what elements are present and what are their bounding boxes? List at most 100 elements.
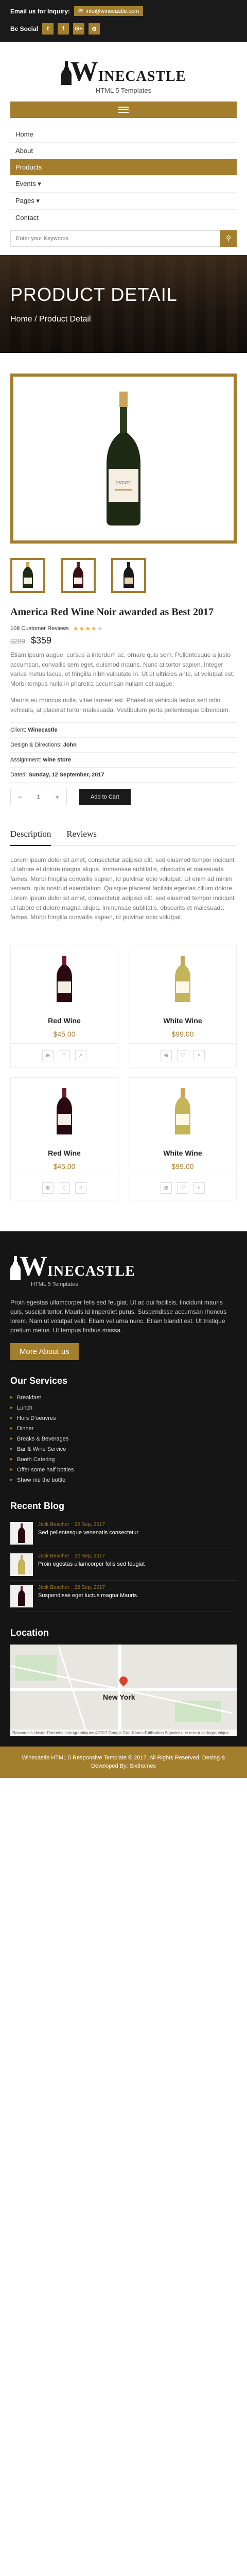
nav-item-home[interactable]: Home: [10, 126, 237, 143]
product-thumbnail[interactable]: [61, 558, 96, 593]
qty-value[interactable]: 1: [29, 793, 48, 801]
hamburger-icon: [118, 107, 129, 113]
blog-post[interactable]: Jack Beacher 22 Sep, 2017 Suspendisse ege…: [10, 1581, 237, 1612]
cart-icon[interactable]: ⊕: [42, 1182, 54, 1194]
service-link[interactable]: ▸ Show me the bottle: [10, 1475, 237, 1485]
nav-item-label: Home: [15, 130, 33, 138]
meta-client: Client: Winecastle: [10, 723, 237, 738]
product-thumbnail[interactable]: [111, 558, 146, 593]
nav-item-events[interactable]: Events ▾: [10, 176, 237, 193]
blog-post[interactable]: Jack Beacher 22 Sep, 2017 Sed pellentesqu…: [10, 1518, 237, 1549]
logo-subtitle: HTML 5 Templates: [31, 1281, 78, 1287]
nav-item-products[interactable]: Products: [10, 159, 237, 176]
facebook-icon[interactable]: f: [58, 23, 69, 35]
product-card[interactable]: White Wine $99.00 ⊕ ♡ ⌕: [129, 1077, 237, 1200]
nav-item-pages[interactable]: Pages ▾: [10, 193, 237, 210]
blog-title[interactable]: Sed pellentesque venenatis consectetur: [38, 1530, 138, 1536]
heart-icon[interactable]: ♡: [59, 1182, 70, 1194]
blog-meta: Jack Beacher 22 Sep, 2017: [38, 1553, 105, 1559]
location-map[interactable]: New York Raccourcis clavier Données cart…: [10, 1644, 237, 1736]
service-link[interactable]: ▸ Booth Catering: [10, 1454, 237, 1465]
search-icon[interactable]: ⌕: [193, 1049, 205, 1061]
chevron-right-icon: ▸: [10, 1446, 13, 1452]
product-card[interactable]: Red Wine $45.00 ⊕ ♡ ⌕: [10, 1077, 118, 1200]
product-card[interactable]: Red Wine $45.00 ⊕ ♡ ⌕: [10, 944, 118, 1068]
product-main-image[interactable]: ESTATE: [10, 374, 237, 544]
blog-meta: Jack Beacher 22 Sep, 2017: [38, 1584, 105, 1590]
inquiry-label: Email us for Inquiry:: [10, 7, 70, 15]
add-to-cart-button[interactable]: Add to Cart: [79, 788, 131, 805]
search-input[interactable]: [10, 230, 220, 247]
heart-icon[interactable]: ♡: [59, 1049, 70, 1061]
search-icon[interactable]: ⌕: [75, 1182, 86, 1194]
nav-item-label: Products: [15, 163, 42, 171]
cart-row: − 1 + Add to Cart: [10, 788, 237, 805]
nav-item-contact[interactable]: Contact: [10, 210, 237, 226]
product-card[interactable]: White Wine $99.00 ⊕ ♡ ⌕: [129, 944, 237, 1068]
service-link[interactable]: ▸ Offer some half bottles: [10, 1465, 237, 1475]
blog-title[interactable]: Suspendisse eget luctus magna Mauris.: [38, 1592, 138, 1599]
breadcrumb-separator: /: [34, 315, 40, 324]
search-icon: ⚲: [226, 234, 231, 242]
site-logo[interactable]: W INECASTLE HTML 5 Templates: [61, 57, 186, 94]
product-thumbnails: [10, 558, 237, 593]
product-meta: Client: Winecastle Design & Directions: …: [10, 722, 237, 783]
search-button[interactable]: ⚲: [220, 230, 237, 247]
tab-reviews[interactable]: Reviews: [66, 829, 97, 842]
search-icon[interactable]: ⌕: [75, 1049, 86, 1061]
service-link[interactable]: ▸ Lunch: [10, 1403, 237, 1413]
logo-initial: W: [70, 56, 98, 87]
cart-icon[interactable]: ⊕: [161, 1049, 172, 1061]
google-plus-icon[interactable]: G+: [73, 23, 85, 35]
product-card-name[interactable]: White Wine: [129, 1149, 236, 1157]
map-attribution: Raccourcis clavier Données cartographiqu…: [10, 1729, 237, 1736]
nav-item-label: Events ▾: [15, 180, 41, 188]
service-link[interactable]: ▸ Dinner: [10, 1423, 237, 1434]
service-link[interactable]: ▸ Breaks & Beverages: [10, 1434, 237, 1444]
blog-title[interactable]: Proin egestas ullamcorper felis sed feug…: [38, 1561, 145, 1567]
product-card-name[interactable]: Red Wine: [11, 1016, 118, 1025]
review-count[interactable]: 108 Customer Reviews: [10, 625, 69, 632]
page-title: PRODUCT DETAIL: [10, 284, 178, 305]
nav-item-about[interactable]: About: [10, 143, 237, 159]
product-card-price: $99.00: [171, 1029, 194, 1038]
product-card-actions: ⊕ ♡ ⌕: [11, 1043, 118, 1067]
white-wine-bottle: [175, 955, 190, 1002]
inquiry-row: Email us for Inquiry: ✉ info@winecastle.…: [10, 6, 237, 16]
settings-icon[interactable]: ⚙: [89, 23, 100, 35]
breadcrumb-home[interactable]: Home: [10, 315, 32, 324]
tab-description[interactable]: Description: [10, 829, 51, 846]
service-link[interactable]: ▸ Breakfast: [10, 1393, 237, 1403]
product-thumbnail[interactable]: [10, 558, 45, 593]
qty-minus-button[interactable]: −: [11, 793, 29, 801]
chevron-right-icon: ▸: [10, 1436, 13, 1442]
footer-about: Proin egestas ullamcorper felis sed feug…: [10, 1298, 227, 1334]
chevron-right-icon: ▸: [10, 1405, 13, 1411]
product-card-name[interactable]: Red Wine: [11, 1149, 118, 1157]
search-bar: ⚲: [10, 230, 237, 247]
more-about-button[interactable]: More About us: [10, 1343, 79, 1360]
product-name: America Red Wine Noir awarded as Best 20…: [10, 606, 214, 618]
chevron-right-icon: ▸: [10, 1395, 13, 1401]
heart-icon[interactable]: ♡: [177, 1182, 188, 1194]
heart-icon[interactable]: ♡: [177, 1049, 188, 1061]
service-link[interactable]: ▸ Hors D'oeuvres: [10, 1413, 237, 1423]
qty-plus-button[interactable]: +: [48, 793, 66, 801]
red-wine-bottle: [57, 1088, 72, 1134]
cart-icon[interactable]: ⊕: [161, 1182, 172, 1194]
search-icon[interactable]: ⌕: [193, 1182, 205, 1194]
logo-subtitle: HTML 5 Templates: [95, 87, 152, 94]
wine-bottle-thumb: [18, 1523, 25, 1543]
product-card-image: [129, 955, 236, 1004]
chevron-down-icon: ▾: [38, 180, 41, 188]
service-link[interactable]: ▸ Bar & Wine Service: [10, 1444, 237, 1454]
product-card-name[interactable]: White Wine: [129, 1016, 236, 1025]
cart-icon[interactable]: ⊕: [42, 1049, 54, 1061]
product-card-price: $45.00: [53, 1029, 76, 1038]
blog-post[interactable]: Jack Beacher 22 Sep, 2017 Proin egestas u…: [10, 1549, 237, 1581]
email-link[interactable]: ✉ info@winecastle.com: [74, 6, 144, 16]
menu-toggle-button[interactable]: [10, 101, 237, 118]
footer-logo[interactable]: W INECASTLE HTML 5 Templates: [10, 1252, 135, 1287]
twitter-icon[interactable]: t: [42, 23, 54, 35]
meta-design: Design & Directions: John: [10, 738, 237, 753]
